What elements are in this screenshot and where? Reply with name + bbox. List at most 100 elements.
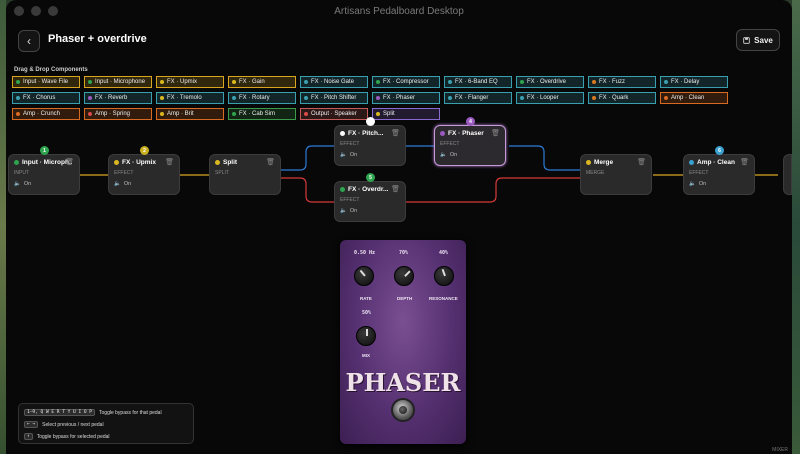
node-status-dot-icon — [114, 160, 119, 165]
speaker-icon: 🔈 — [14, 181, 21, 187]
connection-phaser-merge — [509, 145, 580, 171]
depth-readout: 70% — [399, 250, 409, 256]
rate-label: RATE — [360, 296, 372, 301]
node-kind: EFFECT — [340, 141, 360, 147]
node-kind: INPUT — [14, 170, 29, 176]
pedal-node[interactable]: FX · Overdr... 🗑 EFFECT 🔈 On — [334, 181, 406, 222]
node-status-dot-icon — [14, 160, 19, 165]
pedal-node[interactable]: Split 🗑 SPLIT — [209, 154, 281, 195]
trash-icon[interactable]: 🗑 — [740, 158, 749, 166]
pedal-node[interactable]: Merge 🗑 MERGE — [580, 154, 652, 195]
mix-label: MIX — [362, 353, 371, 358]
node-header: FX · Pitch... — [340, 130, 398, 137]
trash-icon[interactable]: 🗑 — [165, 158, 174, 166]
speaker-icon: 🔈 — [340, 208, 347, 214]
node-order-badge: 6 — [715, 146, 724, 155]
bypass-toggle[interactable]: 🔈 On — [14, 181, 31, 187]
rate-knob[interactable] — [354, 266, 374, 286]
speaker-icon: 🔈 — [114, 181, 121, 187]
trash-icon[interactable]: 🗑 — [637, 158, 646, 166]
node-status-dot-icon — [340, 131, 345, 136]
pedal-node[interactable]: Input · Microph... 🗑 INPUT 🔈 On — [8, 154, 80, 195]
node-state: On — [23, 181, 32, 187]
speaker-icon: 🔈 — [689, 181, 696, 187]
trash-icon[interactable]: 🗑 — [491, 129, 500, 137]
corner-label: MIXER — [772, 447, 788, 453]
app-window: Artisans Pedalboard Desktop ‹ Phaser + o… — [6, 0, 792, 454]
footswitch-button[interactable] — [391, 398, 415, 422]
pedal-name: PHASER — [345, 368, 461, 397]
pedal-node[interactable]: FX · Pitch... 🗑 EFFECT 🔈 On — [334, 125, 406, 166]
node-kind: EFFECT — [114, 170, 134, 176]
node-output-partial[interactable] — [783, 154, 792, 195]
trash-icon[interactable]: 🗑 — [391, 129, 400, 137]
node-order-badge: 5 — [366, 173, 375, 182]
speaker-icon: 🔈 — [340, 152, 347, 158]
trash-icon[interactable]: 🗑 — [266, 158, 275, 166]
bypass-toggle[interactable]: 🔈 On — [340, 208, 357, 214]
shortcut-desc: Toggle bypass for selected pedal — [36, 433, 110, 440]
node-title: Split — [223, 159, 238, 166]
node-order-badge: 4 — [466, 117, 475, 126]
trash-icon[interactable]: 🗑 — [65, 158, 74, 166]
pedal-node[interactable]: FX · Upmix 🗑 EFFECT 🔈 On — [108, 154, 180, 195]
bypass-toggle[interactable]: 🔈 On — [689, 181, 706, 187]
node-header: FX · Phaser — [440, 130, 498, 137]
mix-readout: 50% — [362, 310, 372, 316]
depth-label: DEPTH — [397, 296, 413, 301]
shortcut-row: ↑ Toggle bypass for selected pedal — [24, 433, 110, 440]
node-order-badge — [366, 117, 375, 126]
connection-split-overdrive — [281, 177, 334, 203]
bypass-toggle[interactable]: 🔈 On — [340, 152, 357, 158]
shortcut-row: 1–9, Q W E R T Y U I O P Toggle bypass f… — [24, 409, 162, 416]
keyboard-shortcuts-panel: 1–9, Q W E R T Y U I O P Toggle bypass f… — [18, 403, 194, 444]
resonance-label: RESONANCE — [429, 296, 458, 301]
node-header: FX · Upmix — [114, 159, 172, 166]
shortcut-row: ← → Select previous / next pedal — [24, 421, 104, 428]
node-title: FX · Upmix — [122, 159, 156, 166]
node-title: FX · Phaser — [448, 130, 484, 137]
resonance-readout: 40% — [439, 250, 449, 256]
node-kind: EFFECT — [689, 170, 709, 176]
rate-readout: 0.50 Hz — [354, 250, 376, 256]
bypass-toggle[interactable]: 🔈 On — [114, 181, 131, 187]
trash-icon[interactable]: 🗑 — [391, 185, 400, 193]
node-header: Merge — [586, 159, 644, 166]
node-title: FX · Overdr... — [348, 186, 389, 193]
desktop-background-right — [792, 0, 800, 454]
pedal-node[interactable]: Amp · Clean 🗑 EFFECT 🔈 On — [683, 154, 755, 195]
resonance-knob[interactable] — [434, 266, 454, 286]
shortcut-keys: ← → — [24, 421, 39, 428]
node-title: Amp · Clean — [697, 159, 735, 166]
node-header: Amp · Clean — [689, 159, 747, 166]
node-kind: EFFECT — [340, 197, 360, 203]
node-header: FX · Overdr... — [340, 186, 398, 193]
node-order-badge: 1 — [40, 146, 49, 155]
depth-knob[interactable] — [394, 266, 414, 286]
connection-overdrive-merge — [406, 177, 580, 203]
node-header: Input · Microph... — [14, 159, 72, 166]
shortcut-desc: Toggle bypass for that pedal — [99, 409, 162, 416]
connection-split-pitch — [281, 145, 334, 171]
node-header: Split — [215, 159, 273, 166]
node-status-dot-icon — [340, 187, 345, 192]
node-state: On — [123, 181, 132, 187]
shortcut-keys: 1–9, Q W E R T Y U I O P — [24, 409, 96, 416]
pedal-node[interactable]: FX · Phaser 🗑 EFFECT 🔈 On — [434, 125, 506, 166]
node-state: On — [349, 208, 358, 214]
node-kind: SPLIT — [215, 170, 229, 176]
phaser-pedal: 0.50 Hz 70% 40% RATE DEPTH RESONANCE 50%… — [340, 240, 466, 444]
shortcut-desc: Select previous / next pedal — [42, 421, 104, 428]
mix-knob[interactable] — [356, 326, 376, 346]
node-status-dot-icon — [440, 131, 445, 136]
node-title: FX · Pitch... — [348, 130, 384, 137]
node-title: Merge — [594, 159, 614, 166]
node-state: On — [349, 152, 358, 158]
node-status-dot-icon — [586, 160, 591, 165]
speaker-icon: 🔈 — [440, 152, 447, 158]
shortcut-keys: ↑ — [24, 433, 33, 440]
node-kind: EFFECT — [440, 141, 460, 147]
node-status-dot-icon — [215, 160, 220, 165]
bypass-toggle[interactable]: 🔈 On — [440, 152, 457, 158]
node-order-badge: 2 — [140, 146, 149, 155]
